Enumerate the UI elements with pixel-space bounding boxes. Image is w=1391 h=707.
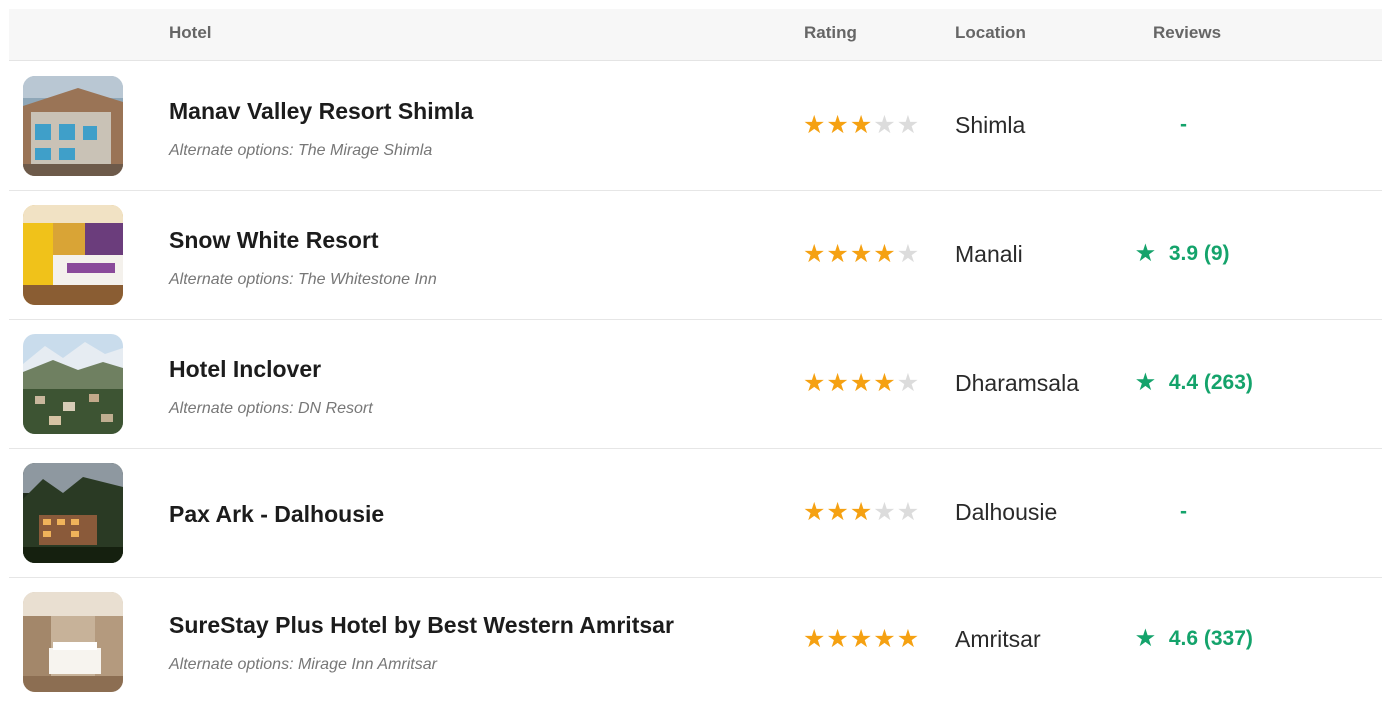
review-score: 4.6 (337) xyxy=(1168,627,1253,650)
hotel-location: Dharamsala xyxy=(955,370,1079,396)
star-empty-icon: ★ xyxy=(896,240,921,268)
alternate-options: Alternate options: DN Resort xyxy=(169,400,373,417)
star-empty-icon: ★ xyxy=(896,498,921,526)
star-filled-icon: ★ xyxy=(826,369,850,397)
star-rating: ★★★★★ xyxy=(803,624,920,654)
star-filled-icon: ★ xyxy=(849,240,874,268)
star-filled-icon: ★ xyxy=(849,369,874,397)
star-rating: ★★★★★ xyxy=(803,497,920,527)
star-filled-icon: ★ xyxy=(803,240,827,268)
alternate-options: Alternate options: The Whitestone Inn xyxy=(169,271,437,288)
review-score: 4.4 (263) xyxy=(1168,371,1253,394)
hotel-photo[interactable] xyxy=(23,334,123,434)
table-row[interactable]: Pax Ark - Dalhousie ★★★★★ Dalhousie - xyxy=(9,449,1382,578)
review-summary: ★ 3.9 (9) xyxy=(1136,239,1230,269)
star-rating: ★★★★★ xyxy=(803,368,920,398)
review-star-icon: ★ xyxy=(1136,627,1155,650)
review-summary: - xyxy=(1180,500,1187,523)
star-rating: ★★★★★ xyxy=(803,110,920,140)
alternate-options: Alternate options: The Mirage Shimla xyxy=(169,142,433,159)
star-empty-icon: ★ xyxy=(896,111,921,139)
hotel-photo[interactable] xyxy=(23,463,123,563)
star-filled-icon: ★ xyxy=(873,625,897,653)
hotel-location: Amritsar xyxy=(955,626,1041,652)
hotel-name-link[interactable]: Snow White Resort xyxy=(169,227,379,254)
star-filled-icon: ★ xyxy=(803,369,827,397)
star-filled-icon: ★ xyxy=(826,111,850,139)
hotel-name-link[interactable]: SureStay Plus Hotel by Best Western Amri… xyxy=(169,612,674,639)
star-filled-icon: ★ xyxy=(849,111,874,139)
review-summary: ★ 4.4 (263) xyxy=(1136,368,1253,398)
review-star-icon: ★ xyxy=(1136,242,1155,265)
star-filled-icon: ★ xyxy=(873,240,897,268)
review-score: 3.9 (9) xyxy=(1168,242,1230,265)
table-header: Hotel Rating Location Reviews xyxy=(9,9,1382,61)
table-row[interactable]: Hotel Inclover Alternate options: DN Res… xyxy=(9,320,1382,449)
hotel-table: Hotel Rating Location Reviews Manav Vall… xyxy=(9,9,1382,692)
star-empty-icon: ★ xyxy=(873,498,897,526)
column-header-location: Location xyxy=(955,23,1026,42)
hotel-photo[interactable] xyxy=(23,205,123,305)
table-row[interactable]: Manav Valley Resort Shimla Alternate opt… xyxy=(9,62,1382,191)
star-filled-icon: ★ xyxy=(803,498,827,526)
table-row[interactable]: Snow White Resort Alternate options: The… xyxy=(9,191,1382,320)
star-empty-icon: ★ xyxy=(896,369,921,397)
table-row[interactable]: SureStay Plus Hotel by Best Western Amri… xyxy=(9,578,1382,707)
star-filled-icon: ★ xyxy=(873,369,897,397)
star-filled-icon: ★ xyxy=(803,111,827,139)
review-summary: - xyxy=(1180,113,1187,136)
column-header-reviews: Reviews xyxy=(1153,23,1222,42)
review-summary: ★ 4.6 (337) xyxy=(1136,624,1253,654)
star-filled-icon: ★ xyxy=(896,625,921,653)
hotel-photo[interactable] xyxy=(23,76,123,176)
star-filled-icon: ★ xyxy=(826,498,850,526)
star-empty-icon: ★ xyxy=(873,111,897,139)
column-header-hotel: Hotel xyxy=(169,23,212,42)
hotel-location: Dalhousie xyxy=(955,499,1058,525)
star-filled-icon: ★ xyxy=(849,625,874,653)
column-header-rating: Rating xyxy=(804,23,857,42)
star-filled-icon: ★ xyxy=(803,625,827,653)
star-filled-icon: ★ xyxy=(849,498,874,526)
star-filled-icon: ★ xyxy=(826,240,850,268)
review-star-icon: ★ xyxy=(1136,371,1155,394)
hotel-photo[interactable] xyxy=(23,592,123,692)
alternate-options: Alternate options: Mirage Inn Amritsar xyxy=(169,656,437,673)
hotel-name-link[interactable]: Hotel Inclover xyxy=(169,356,321,383)
star-filled-icon: ★ xyxy=(826,625,850,653)
hotel-name-link[interactable]: Manav Valley Resort Shimla xyxy=(169,98,473,125)
hotel-location: Shimla xyxy=(955,112,1026,138)
hotel-name-link[interactable]: Pax Ark - Dalhousie xyxy=(169,501,384,528)
star-rating: ★★★★★ xyxy=(803,239,920,269)
hotel-location: Manali xyxy=(955,241,1023,267)
